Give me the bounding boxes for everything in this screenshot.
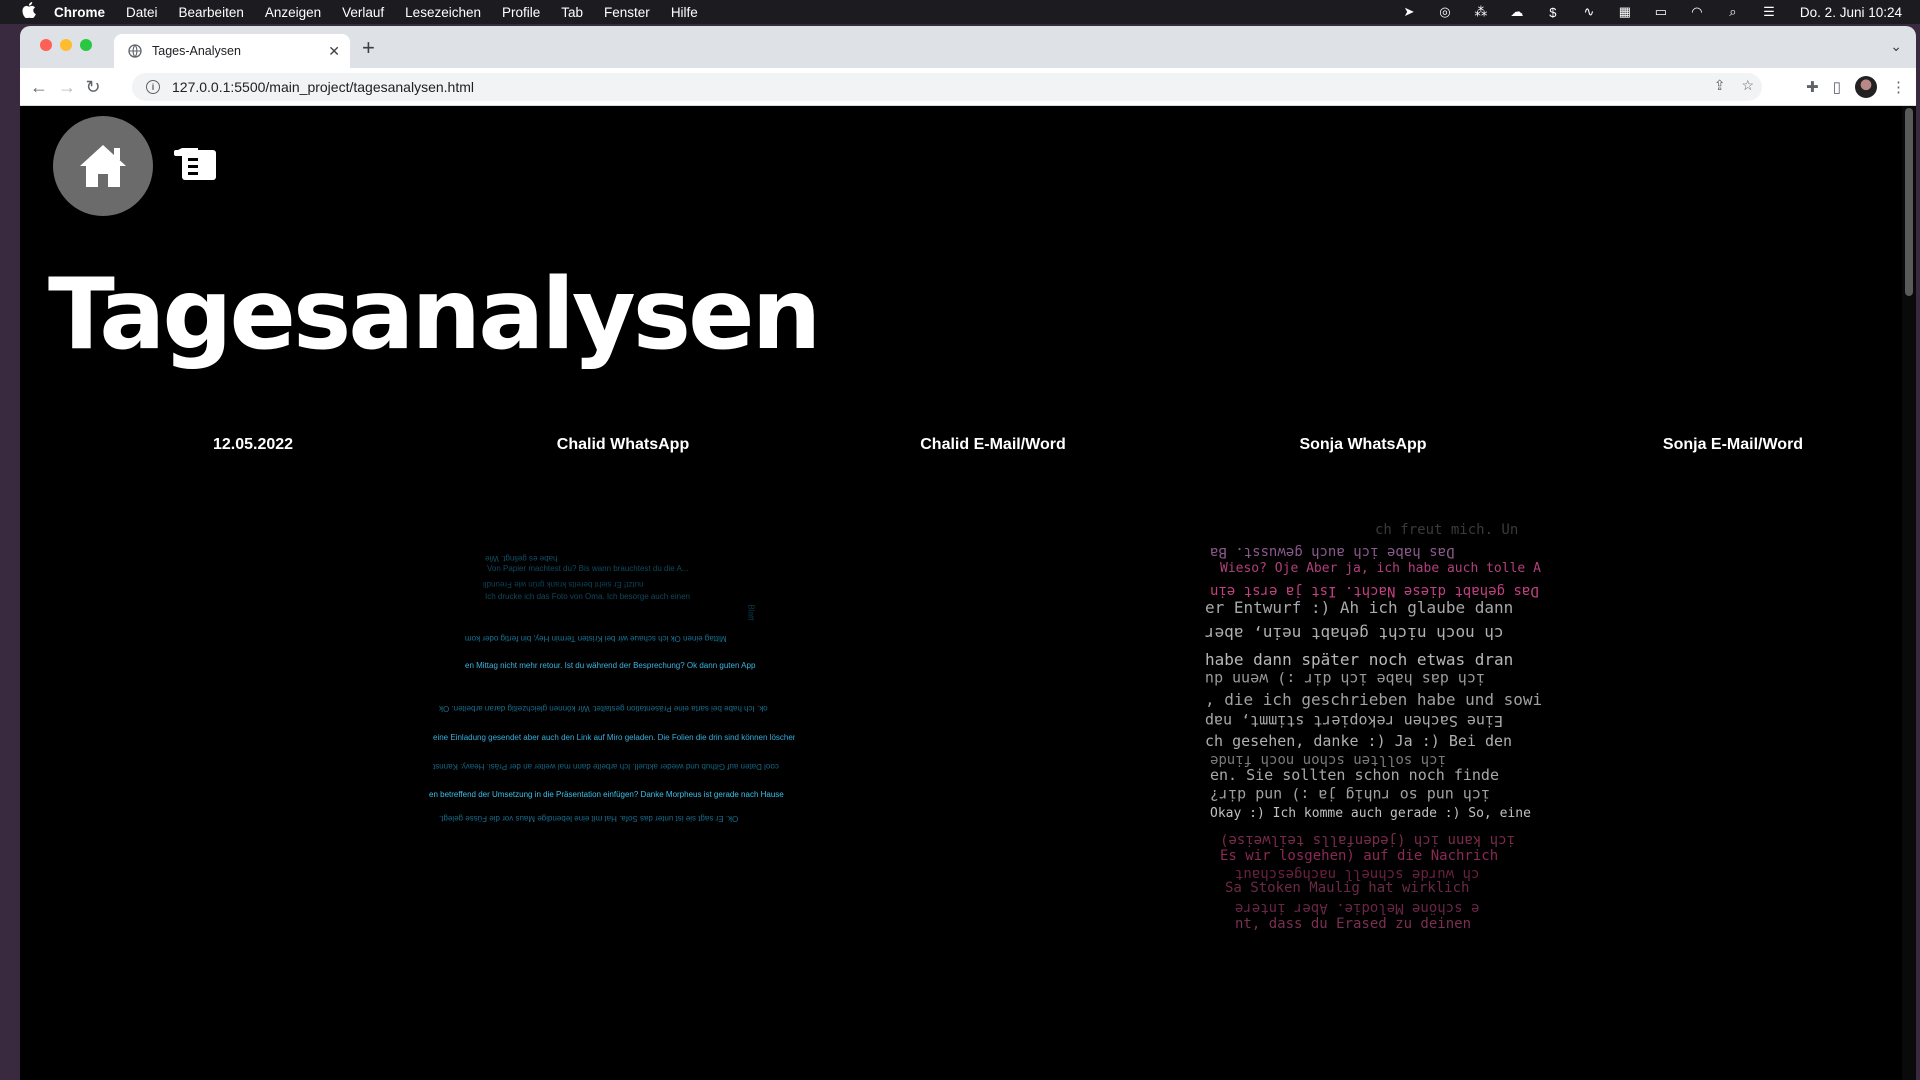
- window-minimize-button[interactable]: [60, 39, 72, 51]
- menu-verlauf[interactable]: Verlauf: [342, 5, 384, 20]
- menu-anzeigen[interactable]: Anzeigen: [265, 5, 321, 20]
- cloud-line: Es wir losgehen) auf die Nachrich: [1220, 848, 1499, 864]
- cloud-line: eine Einladung gesendet aber auch den Li…: [433, 733, 795, 742]
- cloud-line: nutzt! Er sieht bereits krank grün wie F…: [483, 580, 644, 589]
- sonja-whatsapp-text-cloud: ch freut mich. Un Das habe ich auch gewu…: [1180, 516, 1550, 936]
- column-header-sonja-email-word: Sonja E-Mail/Word: [1662, 436, 1804, 453]
- spotlight-search-icon[interactable]: ⌕: [1724, 4, 1742, 19]
- cloud-line: Eine Sachen rekopiert stimmt, nap: [1205, 712, 1504, 730]
- extensions-icon[interactable]: ✚: [1806, 78, 1819, 96]
- column-header-sonja-whatsapp: Sonja WhatsApp: [1299, 436, 1427, 453]
- cloud-line: e schöne Melodie. Aber intere: [1235, 900, 1480, 916]
- cloud-line: ch noch nicht gehabt nein, aber: [1205, 624, 1504, 643]
- cloud-line: Sa Stoken Maulig hat wirklich: [1225, 880, 1470, 896]
- menu-chrome[interactable]: Chrome: [54, 5, 105, 20]
- menu-datei[interactable]: Datei: [126, 5, 158, 20]
- menu-lesezeichen[interactable]: Lesezeichen: [405, 5, 481, 20]
- cloud-line: Blatt: [746, 604, 756, 621]
- cloud-line: ich und so ruhig ja :) und dir?: [1210, 786, 1490, 804]
- macos-menubar: Chrome Datei Bearbeiten Anzeigen Verlauf…: [0, 0, 1920, 24]
- kebab-menu-icon[interactable]: ⋮: [1891, 78, 1906, 96]
- cloud-line: Ok. Er sagt sie ist unter das Sofa. Hat …: [439, 814, 739, 823]
- column-header-chalid-whatsapp: Chalid WhatsApp: [556, 436, 690, 453]
- menubar-clock[interactable]: Do. 2. Juni 10:24: [1800, 5, 1902, 20]
- new-tab-button[interactable]: +: [362, 35, 375, 61]
- menu-tab[interactable]: Tab: [561, 5, 583, 20]
- cloud-line: ch freut mich. Un: [1375, 522, 1519, 538]
- cloud-line: Mittag einen Ok ich schaue wir bei Krist…: [465, 634, 727, 643]
- globe-icon: [128, 44, 142, 58]
- profile-avatar[interactable]: [1855, 76, 1877, 98]
- cloud-line: en betreffend der Umsetzung in die Präse…: [429, 790, 784, 799]
- browser-toolbar: ← → ↻ i 127.0.0.1:5500/main_project/tage…: [20, 68, 1916, 106]
- control-center-icon[interactable]: ☰: [1760, 4, 1778, 19]
- tab-strip: Tages-Analysen ✕ + ⌄: [20, 26, 1916, 68]
- window-close-button[interactable]: [40, 39, 52, 51]
- reload-button[interactable]: ↻: [82, 76, 104, 98]
- cloud-line: er Entwurf :) Ah ich glaube dann: [1205, 598, 1514, 617]
- chalid-whatsapp-text-cloud: habe es gelingt. Wie Von Papier machtest…: [425, 526, 795, 826]
- home-icon: [80, 145, 126, 187]
- column-headers: 12.05.2022 Chalid WhatsApp Chalid E-Mail…: [20, 436, 1900, 466]
- window-zoom-button[interactable]: [80, 39, 92, 51]
- cloud-line: habe dann später noch etwas dran: [1205, 650, 1514, 669]
- cloud-line: nt, dass du Erased zu deinen: [1235, 916, 1472, 932]
- cloud-line: ich das habe ich dir :) wenn du: [1205, 670, 1485, 688]
- calendar-icon[interactable]: ▦: [1616, 4, 1634, 19]
- column-header-date: 12.05.2022: [212, 436, 294, 453]
- cloud-line: en Mittag nicht mehr retour. Ist du währ…: [465, 661, 756, 670]
- dollar-icon[interactable]: $: [1544, 5, 1562, 20]
- cloud-line: en. Sie sollten schon noch finde: [1210, 766, 1499, 784]
- scribble-icon[interactable]: ∿: [1580, 4, 1598, 19]
- cloud-line: Ich drucke ich das Foto von Oma. Ich bes…: [485, 592, 691, 601]
- home-button[interactable]: [53, 116, 153, 216]
- cloud-line: Das habe ich auch gewusst. Ba: [1210, 544, 1455, 560]
- url-text[interactable]: 127.0.0.1:5500/main_project/tagesanalyse…: [172, 79, 474, 95]
- share-icon[interactable]: ⇪: [1714, 77, 1726, 94]
- cloud-line: Wieso? Oje Aber ja, ich habe auch tolle …: [1220, 561, 1541, 576]
- menu-hilfe[interactable]: Hilfe: [671, 5, 698, 20]
- cloud-sync-icon[interactable]: ☁: [1508, 4, 1526, 19]
- column-header-chalid-email-word: Chalid E-Mail/Word: [920, 436, 1066, 453]
- scrollbar-thumb[interactable]: [1905, 108, 1913, 296]
- sidepanel-icon[interactable]: ▯: [1833, 78, 1841, 96]
- cloud-line: ich kann ich (jedenfalls teilweise): [1220, 832, 1516, 848]
- tab-close-icon[interactable]: ✕: [328, 43, 340, 60]
- bookmark-star-icon[interactable]: ☆: [1741, 77, 1754, 94]
- location-icon[interactable]: ➤: [1400, 4, 1418, 19]
- cloud-line: Okay :) Ich komme auch gerade :) So, ein…: [1210, 806, 1531, 821]
- cloud-line: , die ich geschrieben habe und sowi: [1205, 690, 1543, 709]
- tab-title: Tages-Analysen: [152, 44, 241, 58]
- wifi-icon[interactable]: ◠: [1688, 4, 1706, 19]
- apple-logo-icon[interactable]: [20, 2, 38, 22]
- back-button[interactable]: ←: [28, 76, 50, 98]
- menu-fenster[interactable]: Fenster: [604, 5, 650, 20]
- cloud-line: ch gesehen, danke :) Ja :) Bei den: [1205, 732, 1513, 750]
- page-title: Tagesanalysen: [48, 258, 821, 372]
- cloud-line: ok. Ich habe bei sarta eine Präsentation…: [439, 704, 768, 713]
- info-icon[interactable]: i: [146, 80, 160, 94]
- menubar-status-area: ➤ ◎ ⁂ ☁ $ ∿ ▦ ▭ ◠ ⌕ ☰ Do. 2. Juni 10:24: [1400, 0, 1902, 24]
- page-scrollbar[interactable]: [1902, 106, 1916, 1080]
- page-viewport: Tagesanalysen 12.05.2022 Chalid WhatsApp…: [20, 106, 1916, 1080]
- browser-window: Tages-Analysen ✕ + ⌄ ← → ↻ i 127.0.0.1:5…: [20, 26, 1916, 1080]
- cloud-line: cool Daten auf Github und wieder aktuell…: [433, 762, 779, 771]
- forward-button[interactable]: →: [56, 76, 78, 98]
- creative-cloud-icon[interactable]: ◎: [1436, 4, 1454, 19]
- menu-bearbeiten[interactable]: Bearbeiten: [179, 5, 244, 20]
- pointing-hand-icon[interactable]: [174, 146, 216, 180]
- battery-icon[interactable]: ▭: [1652, 4, 1670, 19]
- cloud-line: Von Papier machtest du? Bis wann braucht…: [487, 564, 689, 573]
- tab-tages-analysen[interactable]: Tages-Analysen ✕: [114, 34, 350, 68]
- menu-profile[interactable]: Profile: [502, 5, 540, 20]
- cloud-line: Das gehabt diese Nacht. Ist ja erst ein: [1210, 583, 1539, 599]
- dropbox-icon[interactable]: ⁂: [1472, 4, 1490, 19]
- address-bar[interactable]: i 127.0.0.1:5500/main_project/tagesanaly…: [132, 73, 1762, 101]
- tab-search-chevron-icon[interactable]: ⌄: [1890, 38, 1902, 55]
- cloud-line: habe es gelingt. Wie: [485, 554, 558, 563]
